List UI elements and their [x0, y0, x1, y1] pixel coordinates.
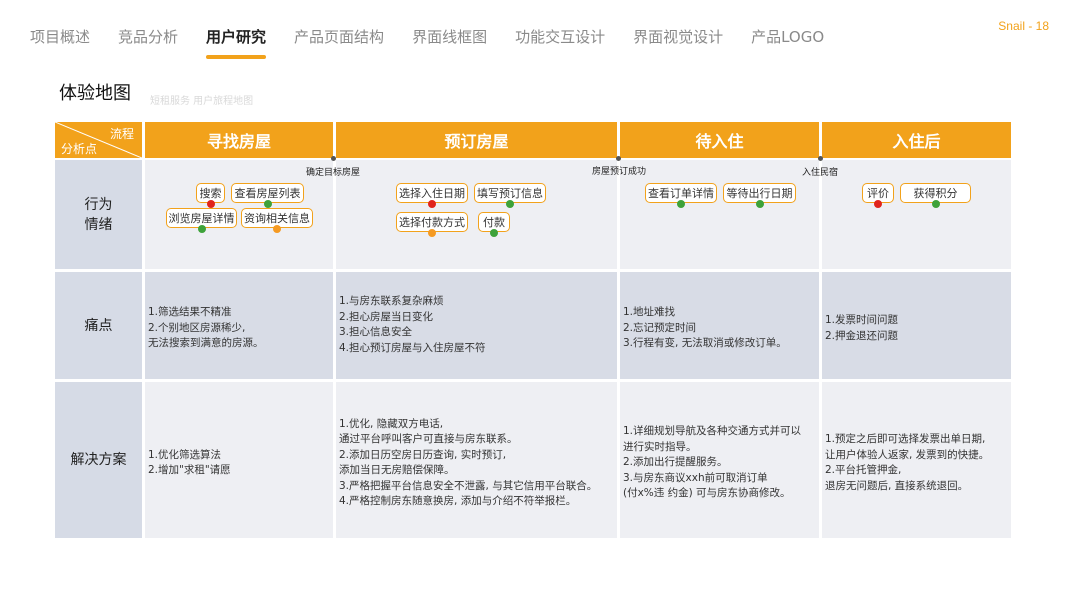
tag-view-order: 查看订单详情 — [645, 183, 717, 208]
stage-header-wait: 待入住 — [620, 122, 819, 158]
marker-dot-check-in — [818, 156, 823, 161]
emotion-dot-neutral — [273, 225, 281, 233]
tag-select-date: 选择入住日期 — [396, 183, 468, 208]
tag-inquire-info: 资询相关信息 — [241, 208, 313, 233]
nav-item-interaction-design[interactable]: 功能交互设计 — [515, 26, 605, 52]
stage-header-book: 预订房屋 — [336, 122, 617, 158]
behavior-cell-book — [336, 160, 617, 269]
tag-earn-points: 获得积分 — [900, 183, 971, 208]
journey-map-table: 流程 分析点 寻找房屋 预订房屋 待入住 入住后 行为 情绪 确定目标房屋 房屋… — [55, 122, 1011, 538]
pain-cell-wait: 1.地址难找 2.忘记预定时间 3.行程有变, 无法取消或修改订单。 — [620, 272, 819, 379]
stage-header-find: 寻找房屋 — [145, 122, 333, 158]
emotion-dot-negative — [428, 200, 436, 208]
nav-item-overview[interactable]: 项目概述 — [30, 26, 90, 52]
tag-pay: 付款 — [478, 212, 510, 237]
row-label-solution: 解决方案 — [55, 382, 142, 538]
nav-item-competitor-analysis[interactable]: 竞品分析 — [118, 26, 178, 52]
tag-search: 搜索 — [196, 183, 225, 208]
tag-view-list: 查看房屋列表 — [231, 183, 304, 208]
row-label-behavior: 行为 — [84, 196, 113, 213]
table-corner-cell: 流程 分析点 — [55, 122, 142, 158]
row-label-emotion: 情绪 — [84, 216, 113, 233]
section-subtitle: 短租服务 用户旅程地图 — [150, 96, 254, 107]
solution-cell-book: 1.优化, 隐藏双方电话, 通过平台呼叫客户可直接与房东联系。 2.添加日历空房… — [336, 382, 617, 538]
nav-item-wireframe[interactable]: 界面线框图 — [412, 26, 487, 52]
solution-cell-find: 1.优化筛选算法 2.增加"求租"请愿 — [145, 382, 333, 538]
emotion-dot-positive — [490, 229, 498, 237]
emotion-dot-negative — [874, 200, 882, 208]
tag-fill-booking: 填写预订信息 — [474, 183, 546, 208]
marker-dot-booking-success — [616, 156, 621, 161]
corner-label-analysis: 分析点 — [61, 142, 98, 156]
emotion-dot-positive — [197, 225, 206, 233]
tag-review: 评价 — [862, 183, 894, 208]
tag-wait-trip: 等待出行日期 — [723, 183, 796, 208]
page-number: Snail - 18 — [998, 19, 1049, 33]
marker-label-target-house: 确定目标房屋 — [306, 168, 361, 178]
emotion-dot-positive — [931, 200, 940, 208]
solution-cell-wait: 1.详细规划导航及各种交通方式并可以 进行实时指导。 2.添加出行提醒服务。 3… — [620, 382, 819, 538]
behavior-cell-wait — [620, 160, 819, 269]
marker-dot-target-house — [331, 156, 336, 161]
marker-label-booking-success: 房屋预订成功 — [592, 167, 647, 177]
emotion-dot-neutral — [428, 229, 436, 237]
emotion-dot-positive — [263, 200, 272, 208]
tag-select-payment: 选择付款方式 — [396, 212, 468, 237]
nav-item-page-structure[interactable]: 产品页面结构 — [294, 26, 384, 52]
nav-item-logo[interactable]: 产品LOGO — [751, 26, 824, 52]
row-label-behavior-emotion: 行为 情绪 — [55, 160, 142, 269]
emotion-dot-negative — [206, 200, 215, 208]
tag-browse-detail: 浏览房屋详情 — [166, 208, 237, 233]
top-nav: 项目概述 竞品分析 用户研究 产品页面结构 界面线框图 功能交互设计 界面视觉设… — [30, 26, 852, 59]
emotion-dot-positive — [755, 200, 764, 208]
stage-header-after: 入住后 — [822, 122, 1011, 158]
pain-cell-after: 1.发票时间问题 2.押金退还问题 — [822, 272, 1011, 379]
nav-item-visual-design[interactable]: 界面视觉设计 — [633, 26, 723, 52]
emotion-dot-positive — [506, 200, 514, 208]
solution-cell-after: 1.预定之后即可选择发票出单日期, 让用户体验人返家, 发票到的快捷。 2.平台… — [822, 382, 1011, 538]
nav-item-user-research[interactable]: 用户研究 — [206, 26, 267, 59]
emotion-dot-positive — [677, 200, 685, 208]
pain-cell-book: 1.与房东联系复杂麻烦 2.担心房屋当日变化 3.担心信息安全 4.担心预订房屋… — [336, 272, 617, 379]
marker-label-check-in: 入住民宿 — [802, 168, 839, 178]
section-title: 体验地图 — [59, 83, 131, 104]
row-label-pain: 痛点 — [55, 272, 142, 379]
corner-label-process: 流程 — [109, 127, 134, 141]
pain-cell-find: 1.筛选结果不精准 2.个别地区房源稀少, 无法搜索到满意的房源。 — [145, 272, 333, 379]
behavior-cell-after — [822, 160, 1011, 269]
